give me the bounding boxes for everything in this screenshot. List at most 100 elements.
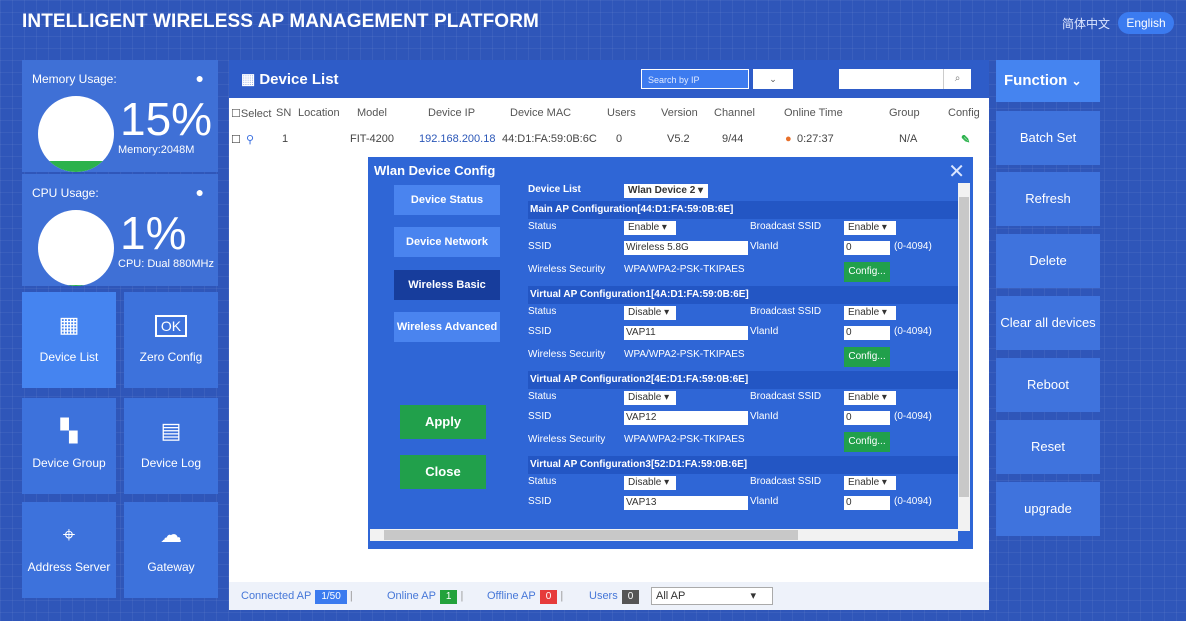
status-bar: Connected AP 1/50 | Online AP 1 | Offline …	[229, 582, 989, 610]
device-list-select[interactable]: Wlan Device 2 ▾	[624, 184, 708, 198]
ap-filter-select[interactable]: All AP ▾	[651, 587, 773, 605]
device-list-value: Wlan Device 2	[628, 185, 696, 196]
ssid-input[interactable]: VAP12	[624, 411, 748, 425]
status-label: Status	[528, 476, 557, 487]
close-icon[interactable]: ✕	[948, 159, 965, 184]
upgrade-button[interactable]: upgrade	[996, 482, 1100, 536]
ssid-row: SSID Wireless 5.8G VlanId 0 (0-4094)	[528, 241, 958, 257]
chevron-down-icon[interactable]: ⌄	[753, 69, 793, 89]
reboot-button[interactable]: Reboot	[996, 358, 1100, 412]
nav-address-server[interactable]: ⌖ Address Server	[22, 502, 116, 598]
status-select[interactable]: Enable ▾	[624, 221, 676, 235]
clear-all-devices-button[interactable]: Clear all devices	[996, 296, 1100, 350]
security-label: Wireless Security	[528, 349, 606, 360]
nav-zero-config[interactable]: OK Zero Config	[124, 292, 218, 388]
security-value: WPA/WPA2-PSK-TKIPAES	[624, 349, 745, 360]
search-input[interactable]	[839, 69, 943, 89]
col-location: Location	[298, 107, 340, 119]
ssid-input[interactable]: Wireless 5.8G	[624, 241, 748, 255]
lang-chinese-link[interactable]: 简体中文	[1062, 15, 1110, 32]
status-select[interactable]: Disable ▾	[624, 476, 676, 490]
vlanid-input[interactable]: 0	[844, 411, 890, 425]
function-title: Function	[1004, 72, 1068, 89]
function-header[interactable]: Function ⌄	[996, 60, 1100, 102]
cpu-usage-tile: CPU Usage: ● 1% CPU: Dual 880MHz	[22, 174, 218, 286]
nav-address-server-label: Address Server	[27, 560, 111, 574]
refresh-button[interactable]: Refresh	[996, 172, 1100, 226]
row-version: V5.2	[667, 133, 690, 145]
ssid-label: SSID	[528, 411, 552, 422]
ssid-input[interactable]: VAP11	[624, 326, 748, 340]
security-config-button[interactable]: Config...	[844, 347, 890, 367]
broadcast-ssid-select[interactable]: Enable ▾	[844, 391, 896, 405]
reset-button[interactable]: Reset	[996, 420, 1100, 474]
section-title: Main AP Configuration[44:D1:FA:59:0B:6E]	[528, 201, 958, 219]
tab-device-status[interactable]: Device Status	[394, 185, 500, 215]
row-channel: 9/44	[722, 133, 744, 145]
edit-config-icon[interactable]: ✎	[961, 133, 970, 146]
status-row: Status Disable ▾ Broadcast SSID Enable ▾	[528, 391, 958, 407]
horizontal-scrollbar[interactable]	[370, 529, 958, 541]
search-icon[interactable]: ⌕	[943, 69, 971, 89]
close-button[interactable]: Close	[400, 455, 486, 489]
ssid-input[interactable]: VAP13	[624, 496, 748, 510]
online-ap: Online AP 1 |	[387, 590, 464, 604]
nav-device-group[interactable]: ▚ Device Group	[22, 398, 116, 494]
broadcast-value: Enable	[848, 392, 880, 403]
row-select-checkbox[interactable]: ☐	[231, 133, 241, 146]
nav-zero-config-label: Zero Config	[139, 350, 203, 364]
col-device-ip: Device IP	[428, 107, 476, 119]
status-label: Status	[528, 391, 557, 402]
security-value: WPA/WPA2-PSK-TKIPAES	[624, 264, 745, 275]
broadcast-ssid-select[interactable]: Enable ▾	[844, 221, 896, 235]
broadcast-value: Enable	[848, 222, 880, 233]
ssid-row: SSID VAP11 VlanId 0 (0-4094)	[528, 326, 958, 342]
tab-wireless-basic[interactable]: Wireless Basic	[394, 270, 500, 300]
status-label: Status	[528, 306, 557, 317]
vlanid-label: VlanId	[750, 411, 779, 422]
security-config-button[interactable]: Config...	[844, 262, 890, 282]
col-online-time: Online Time	[784, 107, 843, 119]
connected-ap: Connected AP 1/50 |	[241, 590, 353, 604]
apply-button[interactable]: Apply	[400, 405, 486, 439]
tab-wireless-advanced[interactable]: Wireless Advanced	[394, 312, 500, 342]
location-pin-icon[interactable]: ⚲	[246, 133, 254, 146]
grid-icon: ▦	[241, 71, 260, 88]
scrollbar-thumb[interactable]	[959, 197, 969, 497]
security-config-button[interactable]: Config...	[844, 432, 890, 452]
ssid-label: SSID	[528, 326, 552, 337]
broadcast-ssid-select[interactable]: Enable ▾	[844, 476, 896, 490]
vlanid-input[interactable]: 0	[844, 326, 890, 340]
gateway-icon: ☁	[160, 522, 182, 547]
vlanid-input[interactable]: 0	[844, 496, 890, 510]
device-list-header: ▦ Device List Search by IP ⌄ ⌕	[229, 60, 989, 98]
lang-english-button[interactable]: English	[1118, 12, 1174, 34]
row-device-ip[interactable]: 192.168.200.18	[419, 133, 495, 145]
status-select[interactable]: Disable ▾	[624, 391, 676, 405]
delete-button[interactable]: Delete	[996, 234, 1100, 288]
search-by-ip-field[interactable]: Search by IP	[641, 69, 749, 89]
vertical-scrollbar[interactable]	[958, 183, 970, 531]
status-select[interactable]: Disable ▾	[624, 306, 676, 320]
nav-device-group-label: Device Group	[32, 456, 106, 470]
nav-gateway-label: Gateway	[147, 560, 195, 574]
batch-set-button[interactable]: Batch Set	[996, 111, 1100, 165]
vlanid-range: (0-4094)	[894, 411, 932, 422]
tab-device-network[interactable]: Device Network	[394, 227, 500, 257]
device-list-title: ▦ Device List	[241, 70, 339, 88]
broadcast-ssid-select[interactable]: Enable ▾	[844, 306, 896, 320]
nav-device-log[interactable]: ▤ Device Log	[124, 398, 218, 494]
status-row: Status Disable ▾ Broadcast SSID Enable ▾	[528, 476, 958, 492]
nav-device-list[interactable]: ▦ Device List	[22, 292, 116, 388]
memory-usage-label: Memory Usage:	[32, 72, 117, 86]
pie-chart-icon: ●	[195, 184, 204, 200]
col-config: Config	[948, 107, 980, 119]
row-device-mac: 44:D1:FA:59:0B:6C	[502, 133, 597, 145]
cpu-usage-value: 1%	[120, 207, 187, 259]
vlanid-input[interactable]: 0	[844, 241, 890, 255]
ok-icon: OK	[124, 315, 218, 337]
top-bar: INTELLIGENT WIRELESS AP MANAGEMENT PLATF…	[0, 0, 1186, 48]
vlanid-range: (0-4094)	[894, 326, 932, 337]
nav-gateway[interactable]: ☁ Gateway	[124, 502, 218, 598]
scrollbar-thumb[interactable]	[384, 530, 798, 540]
